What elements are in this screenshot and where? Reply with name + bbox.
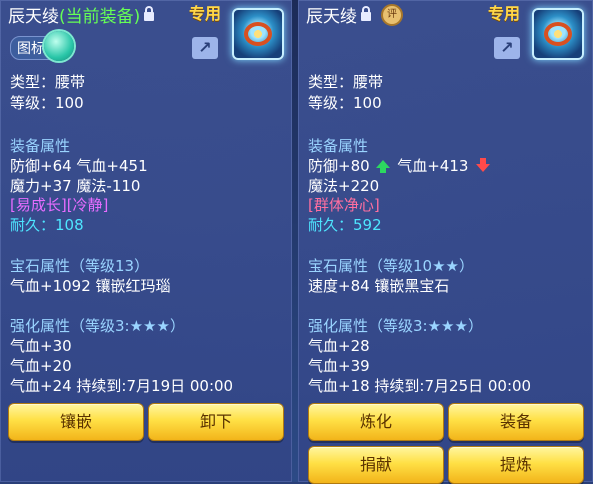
- exclusive-label: 专用: [488, 4, 521, 23]
- gem-attr-title: 宝石属性（等级13）: [10, 257, 150, 275]
- refine-button[interactable]: 炼化: [308, 403, 444, 441]
- equip-button[interactable]: 装备: [448, 403, 584, 441]
- enhance-line-2: 气血+20: [10, 357, 72, 375]
- item-title: 辰天绫 (当前装备): [8, 2, 155, 27]
- defense-value: 防御+80: [308, 157, 370, 175]
- equip-attr-line-2: 魔法+220: [308, 177, 380, 195]
- gem-attr-line: 速度+84 镶嵌黑宝石: [308, 277, 450, 295]
- enhance-attr-title: 强化属性（等级3:★★★）: [308, 317, 483, 335]
- gem-attr-title: 宝石属性（等级10★★）: [308, 257, 474, 275]
- donate-button[interactable]: 捐献: [308, 446, 444, 484]
- equip-attr-title: 装备属性: [10, 137, 71, 155]
- compare-item-panel: 辰天绫 评 专用 ↗ 类型：腰带 等级：100 装备属性 防御+80 气血+41…: [298, 0, 593, 484]
- special-effects: [易成长][冷静]: [10, 196, 109, 214]
- equip-attr-line-2: 魔力+37 魔法-110: [10, 177, 141, 195]
- extract-button[interactable]: 提炼: [448, 446, 584, 484]
- special-effects: [群体净心]: [308, 196, 380, 214]
- rating-seal-icon[interactable]: 评: [381, 3, 403, 26]
- share-icon[interactable]: ↗: [192, 37, 218, 59]
- equip-attr-line-1: 防御+80 气血+413: [308, 157, 491, 175]
- item-name: 辰天绫: [306, 7, 357, 27]
- equipped-item-panel: 辰天绫 (当前装备) 专用 ↗ 图标 类型：腰带 等级：100 装备属性 防御+…: [0, 0, 292, 482]
- icon-toggle-switch[interactable]: [44, 31, 74, 61]
- share-icon[interactable]: ↗: [494, 37, 520, 59]
- equip-attr-line-1: 防御+64 气血+451: [10, 157, 148, 175]
- inlay-button[interactable]: 镶嵌: [8, 403, 144, 441]
- belt-item-icon: [532, 8, 584, 60]
- durability: 耐久：592: [308, 216, 382, 234]
- exclusive-label: 专用: [189, 4, 222, 23]
- item-type: 类型：腰带: [10, 73, 86, 91]
- item-level: 等级：100: [308, 94, 382, 112]
- stat-up-arrow-icon: [376, 160, 391, 173]
- enhance-attr-title: 强化属性（等级3:★★★）: [10, 317, 185, 335]
- durability: 耐久：108: [10, 216, 84, 234]
- stat-down-arrow-icon: [476, 158, 491, 172]
- enhance-line-1: 气血+28: [308, 337, 370, 355]
- enhance-line-1: 气血+30: [10, 337, 72, 355]
- item-name: 辰天绫: [8, 7, 59, 27]
- enhance-line-2: 气血+39: [308, 357, 370, 375]
- item-title: 辰天绫 评: [306, 2, 403, 27]
- gem-attr-line: 气血+1092 镶嵌红玛瑙: [10, 277, 171, 295]
- item-type: 类型：腰带: [308, 73, 384, 91]
- unequip-button[interactable]: 卸下: [148, 403, 284, 441]
- item-level: 等级：100: [10, 94, 84, 112]
- current-equipped-label: (当前装备): [59, 7, 141, 27]
- belt-item-icon: [232, 8, 284, 60]
- enhance-line-3: 气血+18 持续到:7月25日 00:00: [308, 377, 532, 395]
- hp-value: 气血+413: [397, 157, 469, 175]
- lock-icon: [361, 6, 371, 21]
- enhance-line-3: 气血+24 持续到:7月19日 00:00: [10, 377, 234, 395]
- lock-icon: [144, 6, 155, 21]
- equip-attr-title: 装备属性: [308, 137, 369, 155]
